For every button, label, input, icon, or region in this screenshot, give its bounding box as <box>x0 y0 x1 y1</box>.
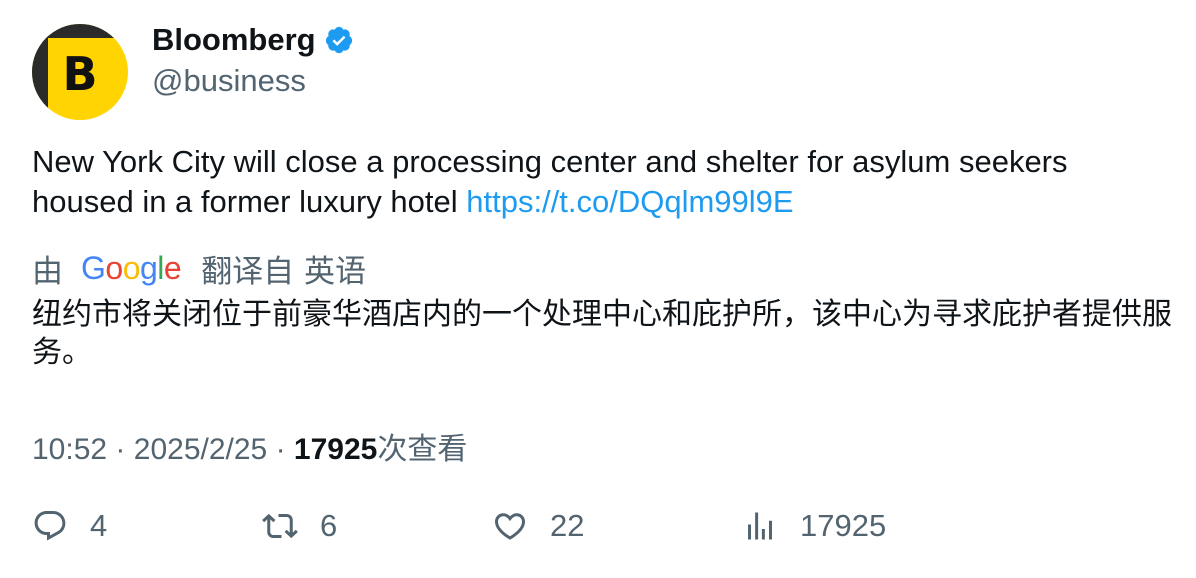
like-count: 22 <box>550 508 585 543</box>
translation-prefix: 由 <box>32 254 63 290</box>
verified-badge-icon <box>325 26 352 54</box>
meta-separator: · <box>275 433 286 466</box>
author-name-row: Bloomberg <box>152 22 354 58</box>
retweet-icon <box>262 513 298 539</box>
avatar-letter: B <box>62 47 98 101</box>
reply-count: 4 <box>90 508 108 543</box>
tweet-time[interactable]: 10:52 <box>32 433 107 466</box>
retweet-button[interactable]: 6 <box>262 508 337 544</box>
meta-separator: · <box>115 433 126 466</box>
author-display-name[interactable]: Bloomberg <box>152 22 316 58</box>
heart-icon <box>494 513 526 540</box>
tweet-link[interactable]: https://t.co/DQqlm99l9E <box>466 184 793 219</box>
analytics-icon <box>748 512 772 540</box>
tweet-date[interactable]: 2025/2/25 <box>134 433 267 466</box>
views-action-count: 17925 <box>800 508 887 543</box>
translated-text: 纽约市将关闭位于前豪华酒店内的一个处理中心和庇护所，该中心为寻求庇护者提供服务。 <box>32 297 1172 370</box>
translation-suffix: 翻译自 英语 <box>201 254 367 290</box>
like-button[interactable]: 22 <box>492 508 584 544</box>
tweet-meta: 10:52 · 2025/2/25 · 17925次查看 <box>32 424 467 468</box>
reply-button[interactable]: 4 <box>32 508 107 544</box>
tweet-actions: 4 6 22 17925 <box>0 508 1196 558</box>
google-logo-icon[interactable]: Google <box>81 250 182 287</box>
views-count: 17925 <box>293 433 378 466</box>
views-label: 次查看 <box>377 433 468 466</box>
translation-attribution: 由 Google 翻译自 英语 <box>32 246 366 291</box>
avatar[interactable]: B <box>32 24 128 120</box>
retweet-count: 6 <box>320 508 338 543</box>
tweet-text: New York City will close a processing ce… <box>32 142 1172 222</box>
reply-icon <box>34 511 66 541</box>
author-handle[interactable]: @business <box>152 63 306 99</box>
views-button[interactable]: 17925 <box>742 508 886 544</box>
